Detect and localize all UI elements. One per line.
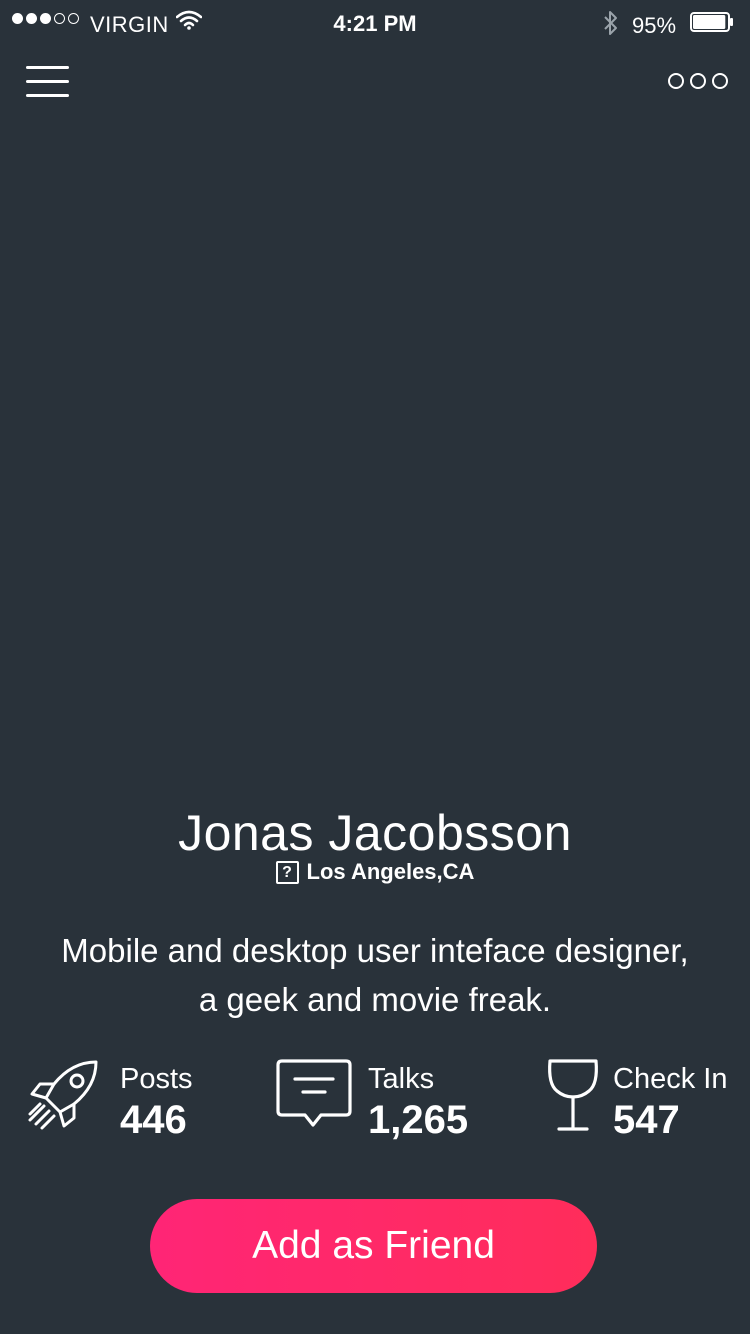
bio-line: Mobile and desktop user inteface designe… (61, 932, 689, 969)
rocket-icon (28, 1060, 98, 1130)
bluetooth-icon (604, 11, 617, 35)
location: ? Los Angeles,CA (0, 859, 750, 885)
status-bar: VIRGIN 4:21 PM 95% (0, 0, 750, 46)
menu-button[interactable] (26, 66, 70, 100)
more-options-button[interactable] (668, 73, 728, 89)
location-text: Los Angeles,CA (306, 859, 475, 884)
battery-percentage: 95% (632, 13, 677, 38)
stat-label: Talks (368, 1063, 435, 1095)
bio-line: a geek and movie freak. (198, 981, 552, 1018)
stat-value: 547 (613, 1098, 680, 1142)
stat-check-in[interactable]: Check In 547 (546, 1058, 736, 1148)
add-friend-button[interactable]: Add as Friend (150, 1199, 597, 1293)
stat-label: Check In (613, 1063, 728, 1095)
stat-label: Posts (120, 1063, 193, 1095)
stat-value: 1,265 (368, 1098, 469, 1142)
more-options-icon (668, 73, 684, 89)
profile-name: Jonas Jacobsson (178, 805, 572, 861)
profile-bio: Mobile and desktop user inteface designe… (0, 926, 750, 1024)
battery-icon (690, 12, 733, 32)
location-icon: ? (275, 860, 299, 884)
stat-posts[interactable]: Posts 446 (26, 1058, 226, 1148)
stat-talks[interactable]: Talks 1,265 (275, 1058, 495, 1148)
wine-glass-icon (548, 1059, 598, 1131)
stat-value: 446 (120, 1098, 187, 1142)
chat-bubble-icon (276, 1059, 352, 1127)
